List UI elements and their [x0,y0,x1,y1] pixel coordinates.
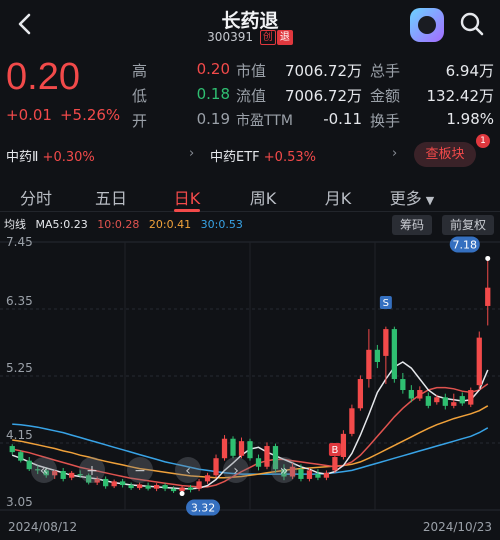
scroll-right-icon-glyph: › [233,463,239,479]
candle-body [255,458,262,467]
candle-body [332,457,338,471]
candle-body [357,379,364,409]
candle-body [323,472,330,478]
high-label: 7.18 [453,238,478,251]
candle-body [383,329,389,356]
candle-body [153,485,160,489]
candle-body [485,287,491,306]
x-start-label: 2024/08/12 [8,520,77,534]
candle-body [230,438,236,456]
candle-body [238,441,245,456]
candle-body [187,487,194,490]
low-label: 3.32 [191,502,216,515]
candle-body [315,474,321,478]
candle-body [162,485,168,489]
fast-forward-icon-glyph: » [280,463,289,479]
candle-body [476,337,482,386]
x-end-label: 2024/10/23 [423,520,492,534]
zoom-out-icon-glyph: − [134,463,146,479]
candlestick-chart[interactable]: 7.45 6.35 5.25 4.15 3.05 7.18 3.32 B S « + − ‹ › » 2024… [0,0,500,540]
candle-body [340,433,347,458]
candle-body [459,396,465,404]
candle-body [468,390,474,405]
candle-body [400,379,406,391]
candle-body [9,446,15,453]
rewind-icon-glyph: « [40,463,49,479]
candle-body [366,349,372,380]
zoom-in-icon-glyph: + [86,463,98,479]
candle-body [451,402,457,406]
candle-body [119,481,126,486]
candle-body [179,487,185,492]
candle-body [136,484,143,489]
candle-body [170,488,177,492]
buy-marker: B [331,445,338,456]
low-point-marker [179,491,185,497]
candle-body [306,470,313,479]
candle-body [18,452,24,461]
y-tick-label: 3.05 [6,495,33,509]
candle-body [374,349,381,362]
candle-body [213,458,219,476]
candle-body [221,438,228,459]
candle-body [69,472,75,478]
candle-body [391,329,397,380]
candle-body [434,397,440,403]
candle-body [128,485,134,489]
candle-body [60,471,66,479]
candle-body [298,469,304,479]
candle-body [26,460,32,470]
candle-body [111,481,117,487]
high-point-marker [485,255,491,261]
y-tick-label: 5.25 [6,361,33,375]
candle-body [349,408,355,434]
candle-body [247,441,253,459]
candle-body [442,397,448,406]
scroll-left-icon-glyph: ‹ [185,463,191,479]
candle-body [145,485,151,489]
candle-body [417,390,423,399]
y-tick-label: 4.15 [6,428,33,442]
candle-body [425,396,431,406]
candle-body [103,478,109,487]
y-tick-label: 6.35 [6,294,33,308]
candle-body [196,481,202,489]
candle-body [408,390,414,399]
candle-body [204,475,211,482]
candle-body [264,446,270,467]
y-tick-label: 7.45 [6,235,33,249]
sell-marker: S [383,298,389,309]
